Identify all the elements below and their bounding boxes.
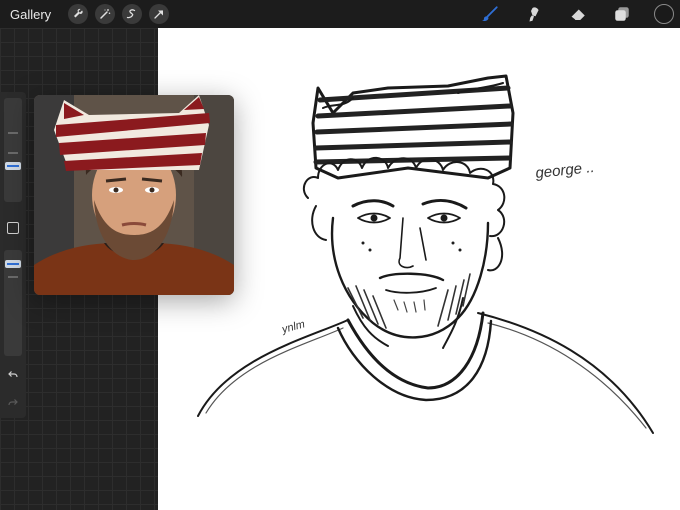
redo-button[interactable] — [5, 396, 21, 410]
brush-size-thumb[interactable] — [5, 162, 21, 170]
brush-opacity-thumb[interactable] — [5, 260, 21, 268]
brush-icon — [481, 6, 498, 22]
gallery-button[interactable]: Gallery — [10, 7, 51, 22]
brush-sidebar — [0, 92, 26, 418]
drawing-canvas[interactable]: george .. ynlm — [158, 28, 680, 510]
reference-image — [34, 95, 234, 295]
redo-icon — [8, 399, 18, 406]
actions-button[interactable] — [68, 4, 89, 24]
brush-size-slider[interactable] — [4, 98, 22, 202]
smudge-icon — [529, 7, 539, 22]
slider-tick — [8, 152, 18, 154]
eraser-icon — [570, 9, 585, 21]
transform-button[interactable] — [149, 4, 170, 24]
reference-photo[interactable] — [34, 95, 234, 295]
undo-button[interactable] — [5, 368, 21, 382]
annotation-text: george .. — [535, 159, 596, 182]
selection-icon — [127, 9, 136, 19]
tool-group — [478, 0, 680, 28]
layers-button[interactable] — [610, 2, 634, 26]
slider-tick — [8, 276, 18, 278]
magic-wand-icon — [100, 9, 111, 19]
brush-button[interactable] — [478, 2, 502, 26]
wrench-icon — [74, 8, 83, 18]
brush-opacity-slider[interactable] — [4, 250, 22, 356]
selection-button[interactable] — [122, 4, 143, 24]
undo-icon — [8, 371, 18, 378]
top-toolbar: Gallery — [0, 0, 680, 28]
modify-button[interactable] — [7, 222, 19, 234]
color-button[interactable] — [654, 4, 674, 24]
sketch: george .. ynlm — [197, 74, 654, 434]
eraser-button[interactable] — [566, 2, 590, 26]
transform-arrow-icon — [154, 10, 164, 19]
signature-text: ynlm — [280, 318, 307, 336]
adjustments-button[interactable] — [95, 4, 116, 24]
layers-icon — [615, 7, 629, 21]
slider-tick — [8, 132, 18, 134]
smudge-button[interactable] — [522, 2, 546, 26]
